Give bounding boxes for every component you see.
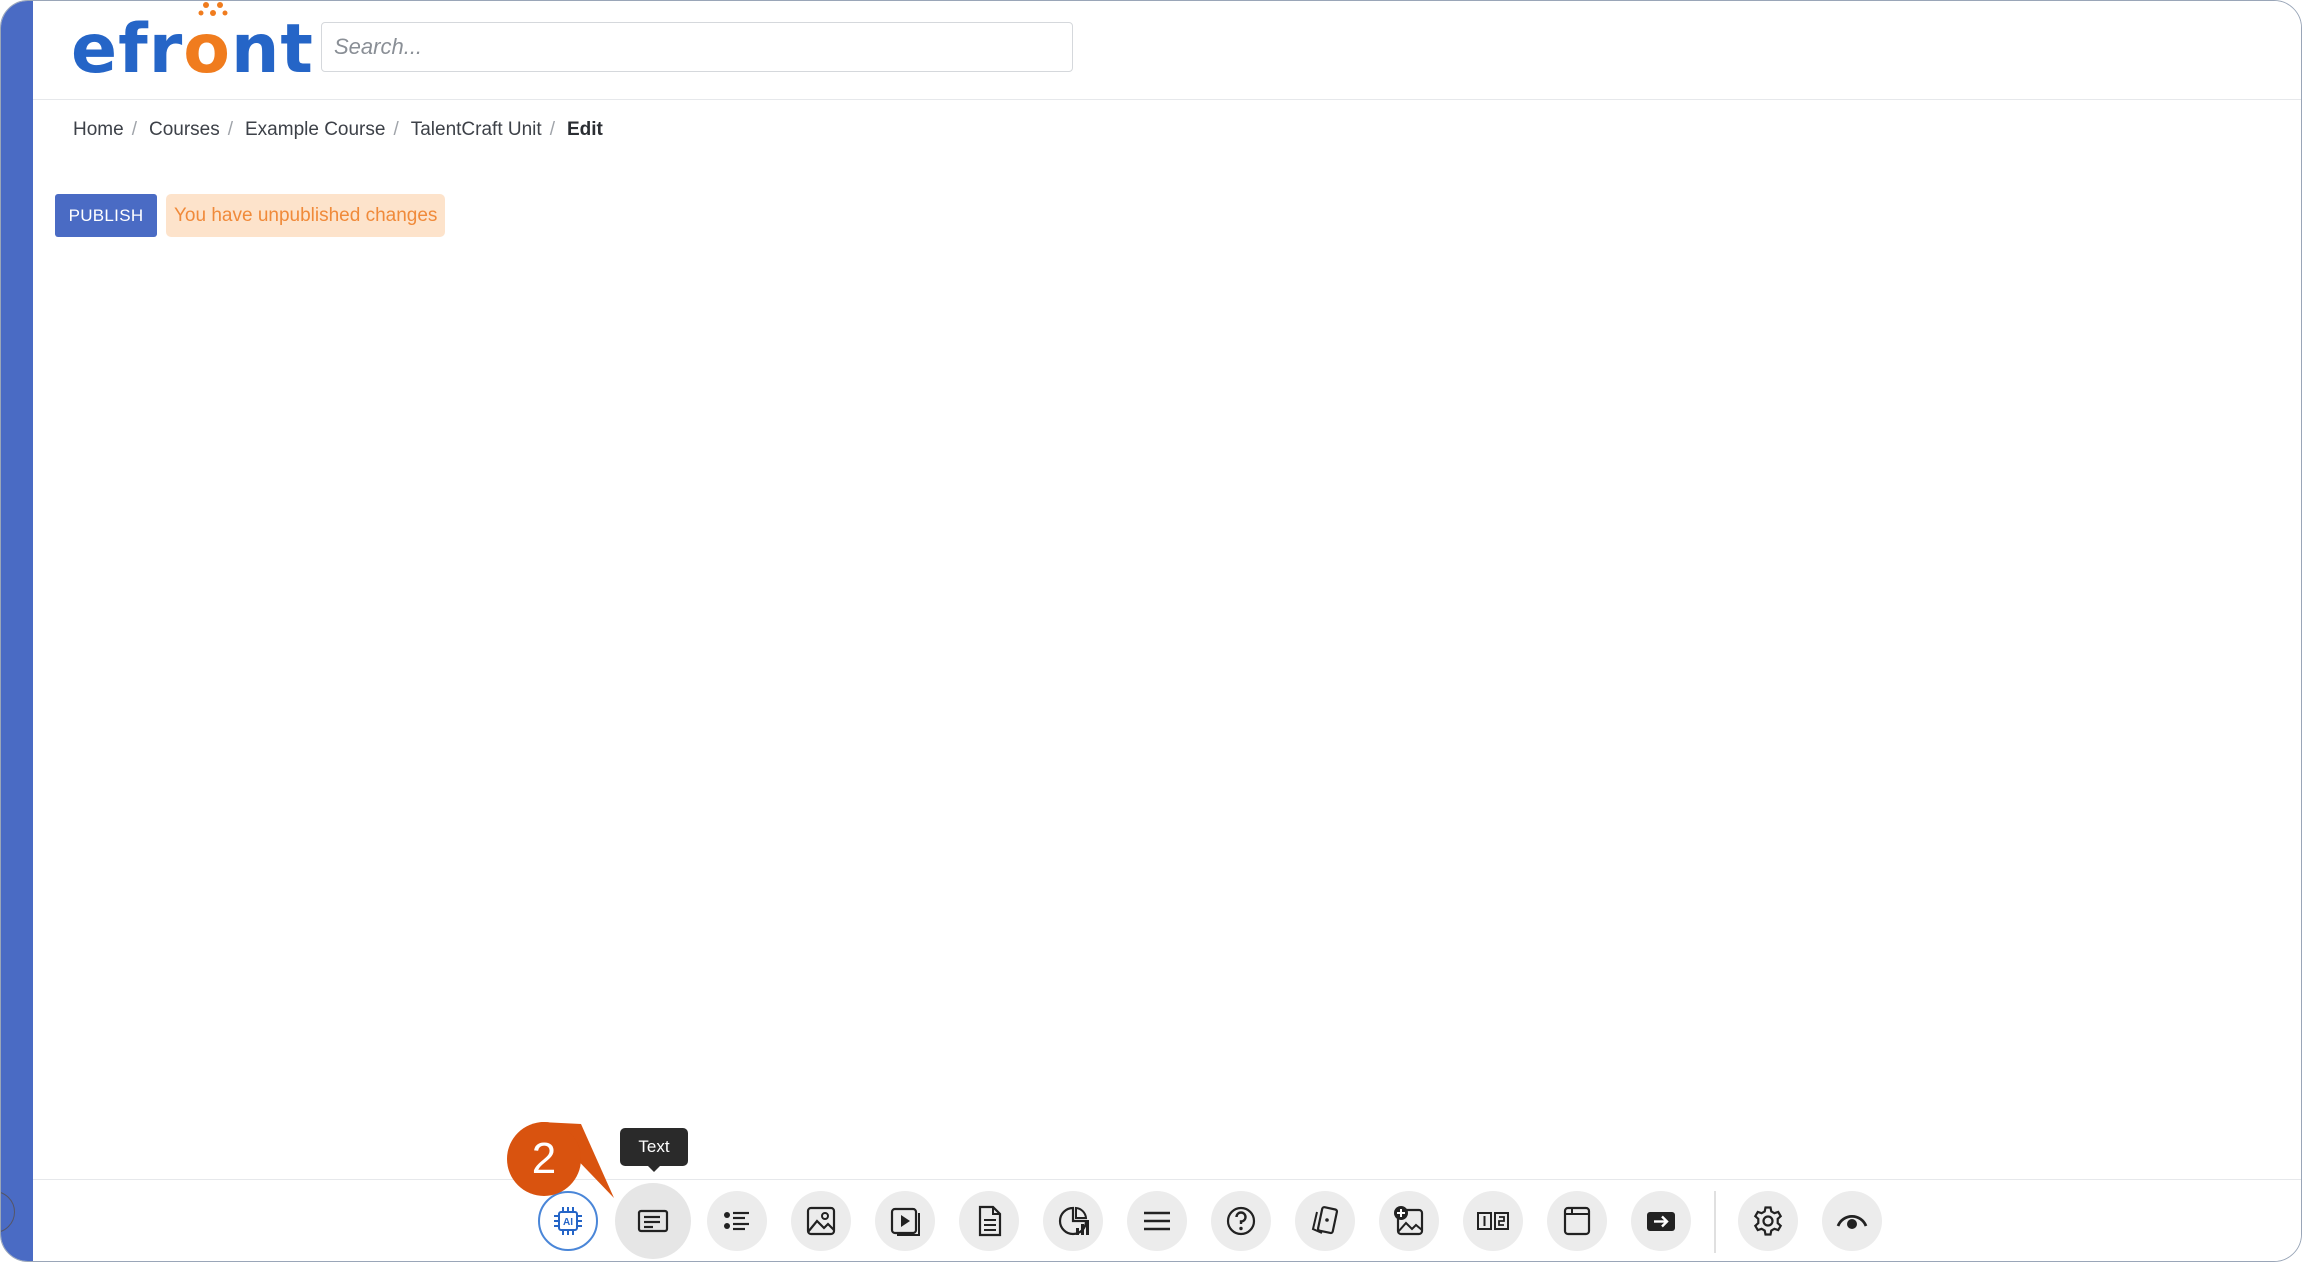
breadcrumb-separator: / bbox=[549, 119, 555, 140]
embed-block-button[interactable] bbox=[1631, 1191, 1691, 1251]
preview-button[interactable] bbox=[1822, 1191, 1882, 1251]
left-accent-bar bbox=[1, 1, 33, 1261]
efront-logo[interactable]: efr o nt bbox=[71, 1, 314, 99]
breadcrumb-example-course[interactable]: Example Course bbox=[245, 119, 385, 141]
divider-icon bbox=[1144, 1211, 1170, 1231]
columns-block-button[interactable] bbox=[1463, 1191, 1523, 1251]
step-number-badge: 2 bbox=[507, 1122, 581, 1196]
document-block-button[interactable] bbox=[959, 1191, 1019, 1251]
image-add-icon bbox=[1394, 1206, 1424, 1236]
settings-icon bbox=[1753, 1206, 1783, 1236]
question-block-button[interactable] bbox=[1211, 1191, 1271, 1251]
breadcrumb-separator: / bbox=[393, 119, 399, 140]
tooltip-arrow bbox=[646, 1164, 662, 1172]
chart-icon bbox=[1058, 1206, 1089, 1236]
list-icon bbox=[724, 1211, 749, 1231]
document-icon bbox=[978, 1205, 1002, 1237]
columns-icon bbox=[1477, 1212, 1509, 1230]
breadcrumb-separator: / bbox=[227, 119, 233, 140]
list-block-button[interactable] bbox=[707, 1191, 767, 1251]
preview-icon bbox=[1836, 1214, 1868, 1229]
publish-button[interactable]: PUBLISH bbox=[55, 194, 157, 237]
video-block-button[interactable] bbox=[875, 1191, 935, 1251]
unpublished-changes-badge: You have unpublished changes bbox=[166, 194, 446, 237]
cards-icon bbox=[1311, 1206, 1339, 1235]
video-icon bbox=[890, 1207, 920, 1236]
window-icon bbox=[1563, 1206, 1591, 1236]
image-add-block-button[interactable] bbox=[1379, 1191, 1439, 1251]
top-header: efr o nt bbox=[33, 1, 2301, 100]
breadcrumb-current: Edit bbox=[566, 119, 603, 140]
breadcrumb: Home / Courses / Example Course / Talent… bbox=[73, 119, 603, 141]
logo-text-3: nt bbox=[230, 10, 314, 89]
embed-icon bbox=[1647, 1212, 1675, 1231]
logo-text-2: o bbox=[183, 2, 231, 84]
image-icon bbox=[806, 1206, 836, 1236]
breadcrumb-home[interactable]: Home bbox=[73, 119, 124, 141]
settings-button[interactable] bbox=[1738, 1191, 1798, 1251]
breadcrumb-unit[interactable]: TalentCraft Unit bbox=[411, 119, 542, 141]
toolbar-divider bbox=[1714, 1191, 1716, 1253]
text-icon bbox=[637, 1209, 669, 1233]
window-block-button[interactable] bbox=[1547, 1191, 1607, 1251]
cards-block-button[interactable] bbox=[1295, 1191, 1355, 1251]
logo-text-1: efr bbox=[71, 10, 184, 89]
image-block-button[interactable] bbox=[791, 1191, 851, 1251]
logo-dots-icon bbox=[198, 2, 228, 16]
question-icon bbox=[1226, 1206, 1256, 1236]
divider-block-button[interactable] bbox=[1127, 1191, 1187, 1251]
breadcrumb-courses[interactable]: Courses bbox=[149, 119, 220, 141]
chart-block-button[interactable] bbox=[1043, 1191, 1103, 1251]
svg-text:AI: AI bbox=[563, 1217, 573, 1228]
app-frame: efront Home / Courses / Example Course /… bbox=[0, 0, 2302, 1262]
ai-icon: AI bbox=[554, 1207, 582, 1235]
search-input[interactable] bbox=[321, 22, 1073, 72]
breadcrumb-separator: / bbox=[131, 119, 137, 140]
